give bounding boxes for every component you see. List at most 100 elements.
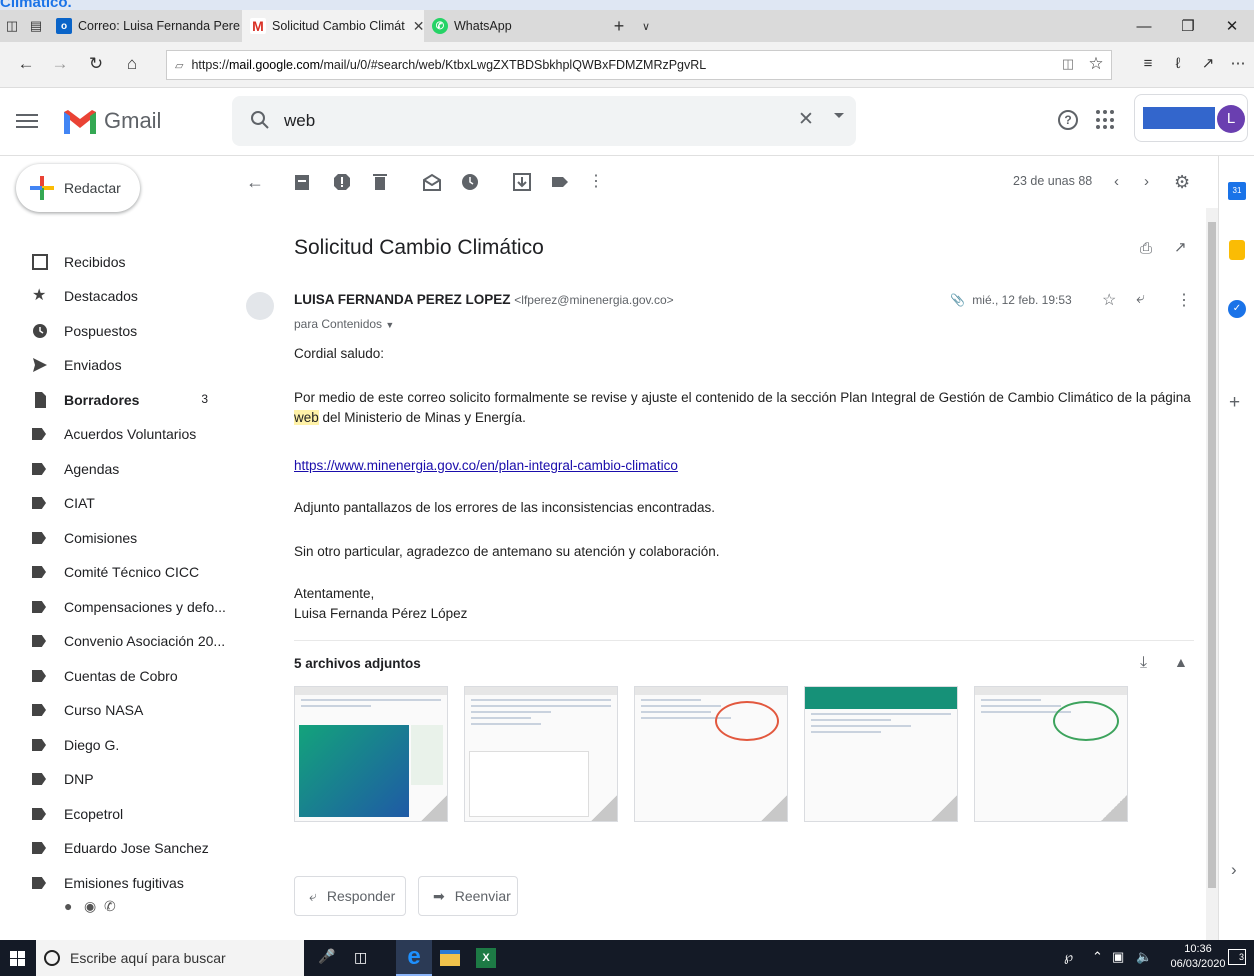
labels-icon[interactable] <box>550 172 570 192</box>
settings-gear-icon[interactable]: ⚙ <box>1174 172 1194 192</box>
email-link[interactable]: https://www.minenergia.gov.co/en/plan-in… <box>294 458 678 473</box>
attachment-thumbnail[interactable] <box>294 686 448 822</box>
volume-icon[interactable]: 🔈 <box>1136 949 1152 965</box>
back-to-list-icon[interactable]: ← <box>246 172 266 192</box>
home-icon[interactable]: ⌂ <box>120 52 144 76</box>
back-arrow-icon[interactable]: ← <box>14 52 38 76</box>
attachment-thumbnail[interactable] <box>634 686 788 822</box>
url-field[interactable]: ▱ https://mail.google.com/mail/u/0/#sear… <box>166 50 1112 80</box>
more-dots-icon[interactable]: ⋯ <box>1226 52 1250 76</box>
sidebar-item-ciat[interactable]: CIAT <box>0 487 232 519</box>
main-menu-icon[interactable] <box>16 110 38 134</box>
reply-button[interactable]: ⤶ Responder <box>294 876 406 916</box>
minimize-icon[interactable]: — <box>1122 10 1166 42</box>
windows-start-icon[interactable] <box>10 951 25 966</box>
microphone-icon[interactable]: 🎤 <box>318 948 335 965</box>
report-spam-icon[interactable] <box>332 172 352 192</box>
sidebar-item-pospuestos[interactable]: Pospuestos <box>0 315 232 347</box>
more-actions-icon[interactable]: ⋮ <box>588 172 608 192</box>
sidebar-item-recibidos[interactable]: Recibidos <box>0 246 232 278</box>
archive-icon[interactable] <box>292 172 312 192</box>
sidebar-item-borradores[interactable]: Borradores 3 <box>0 384 232 416</box>
pen-icon[interactable]: ℓ <box>1166 52 1190 76</box>
save-to-drive-icon[interactable]: ▲ <box>1174 654 1188 670</box>
hangouts-icon[interactable]: ◉ <box>84 898 96 915</box>
tab-preview-icon[interactable]: ▤ <box>24 10 48 42</box>
add-addon-icon[interactable]: + <box>1229 392 1240 414</box>
people-icon[interactable]: ℘ <box>1064 949 1073 965</box>
sidebar-item-emisiones-fugitivas[interactable]: Emisiones fugitivas <box>0 867 232 899</box>
sidebar-item-diego-g[interactable]: Diego G. <box>0 729 232 761</box>
task-view-icon[interactable]: ◫ <box>354 949 367 966</box>
keep-icon[interactable] <box>1229 240 1245 260</box>
taskbar-clock[interactable]: 10:36 06/03/2020 <box>1170 942 1226 972</box>
new-tab-button[interactable]: + <box>604 10 634 42</box>
contacts-icon[interactable]: ● <box>64 898 72 914</box>
close-tab-icon[interactable]: ✕ <box>413 18 424 35</box>
account-switcher[interactable]: L <box>1134 94 1248 142</box>
previous-page-icon[interactable]: ‹ <box>1114 172 1134 192</box>
sidebar-item-convenio[interactable]: Convenio Asociación 20... <box>0 625 232 657</box>
search-box[interactable]: web ✕ <box>232 96 856 146</box>
edge-browser-icon[interactable]: e <box>396 940 432 976</box>
scrollbar-thumb[interactable] <box>1208 222 1216 888</box>
sidebar-item-enviados[interactable]: Enviados <box>0 349 232 381</box>
file-explorer-icon[interactable] <box>440 950 460 966</box>
refresh-icon[interactable]: ↻ <box>84 52 108 76</box>
sidebar-item-acuerdos-voluntarios[interactable]: Acuerdos Voluntarios <box>0 418 232 450</box>
sidebar-item-eduardo-jose-sanchez[interactable]: Eduardo Jose Sanchez <box>0 832 232 864</box>
print-icon[interactable]: ⎙ <box>1140 240 1152 257</box>
share-icon[interactable]: ↗ <box>1196 52 1220 76</box>
avatar[interactable]: L <box>1217 105 1245 133</box>
tab-list-chevron-icon[interactable]: ∨ <box>634 10 658 42</box>
notification-center-icon[interactable]: 3 <box>1228 949 1246 965</box>
network-icon[interactable]: ▣ <box>1112 949 1124 965</box>
sidebar-item-cuentas-de-cobro[interactable]: Cuentas de Cobro <box>0 660 232 692</box>
favorites-list-icon[interactable]: ≡ <box>1136 52 1160 76</box>
open-new-window-icon[interactable]: ↗ <box>1174 238 1187 256</box>
forward-button[interactable]: ➡ Reenviar <box>418 876 518 916</box>
clear-search-icon[interactable]: ✕ <box>798 108 814 131</box>
sidebar-item-agendas[interactable]: Agendas <box>0 453 232 485</box>
apps-grid-icon[interactable] <box>1096 110 1116 130</box>
gmail-logo-icon[interactable] <box>62 108 98 136</box>
search-options-chevron-icon[interactable] <box>834 113 844 118</box>
star-message-icon[interactable]: ☆ <box>1102 290 1116 310</box>
tasks-icon[interactable]: ✓ <box>1228 300 1246 318</box>
restore-icon[interactable]: ❐ <box>1166 10 1210 42</box>
message-scrollbar[interactable] <box>1206 208 1218 940</box>
sidebar-item-dnp[interactable]: DNP <box>0 763 232 795</box>
expand-panel-icon[interactable]: › <box>1231 860 1237 880</box>
browser-tab-whatsapp[interactable]: ✆ WhatsApp <box>424 10 604 42</box>
next-page-icon[interactable]: › <box>1144 172 1164 192</box>
taskbar-search-box[interactable]: Escribe aquí para buscar <box>36 940 304 976</box>
sidebar-item-ecopetrol[interactable]: Ecopetrol <box>0 798 232 830</box>
compose-button[interactable]: Redactar <box>16 164 140 212</box>
attachment-thumbnail[interactable] <box>974 686 1128 822</box>
calendar-icon[interactable]: 31 <box>1228 182 1246 200</box>
browser-tab-outlook[interactable]: o Correo: Luisa Fernanda Pere <box>48 10 242 42</box>
attachment-thumbnail[interactable] <box>464 686 618 822</box>
search-icon[interactable] <box>250 110 270 130</box>
sidebar-item-destacados[interactable]: ★ Destacados <box>0 280 232 312</box>
help-icon[interactable]: ? <box>1058 110 1078 130</box>
move-to-icon[interactable] <box>512 172 532 192</box>
sidebar-item-comite-tecnico[interactable]: Comité Técnico CICC <box>0 556 232 588</box>
favorite-star-icon[interactable]: ☆ <box>1084 52 1108 76</box>
sidebar-item-curso-nasa[interactable]: Curso NASA <box>0 694 232 726</box>
browser-tab-gmail[interactable]: M Solicitud Cambio Climát ✕ <box>242 10 424 42</box>
search-input[interactable]: web <box>284 111 315 131</box>
tray-chevron-icon[interactable]: ⌃ <box>1092 949 1103 965</box>
sidebar-item-comisiones[interactable]: Comisiones <box>0 522 232 554</box>
reply-icon[interactable]: ⤶ <box>1136 290 1145 308</box>
close-window-icon[interactable]: ✕ <box>1210 10 1254 42</box>
delete-icon[interactable] <box>370 172 390 192</box>
sidebar-item-compensaciones[interactable]: Compensaciones y defo... <box>0 591 232 623</box>
download-all-icon[interactable]: ⤓ <box>1140 654 1147 672</box>
snooze-icon[interactable] <box>460 172 480 192</box>
tab-set-aside-icon[interactable]: ◫ <box>0 10 24 42</box>
reading-view-icon[interactable]: ◫ <box>1056 52 1080 76</box>
attachment-thumbnail[interactable] <box>804 686 958 822</box>
phone-icon[interactable]: ✆ <box>104 898 116 915</box>
recipient-line[interactable]: para Contenidos ▼ <box>294 317 394 331</box>
